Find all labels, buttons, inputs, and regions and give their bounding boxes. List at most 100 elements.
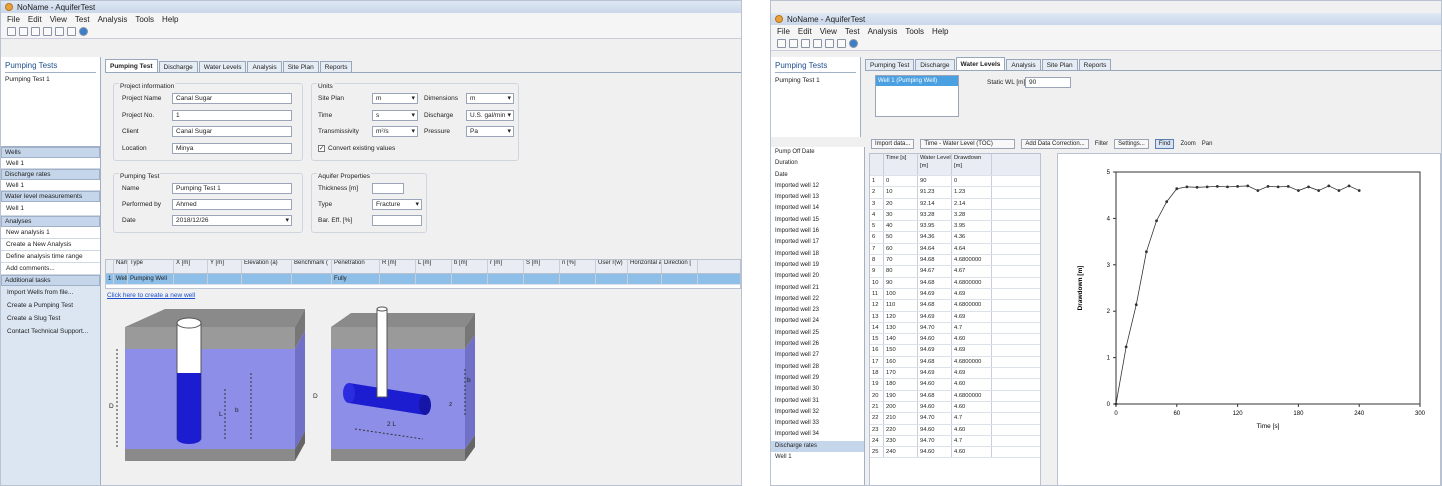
table-cell[interactable]: 4.7 bbox=[952, 413, 992, 424]
table-row[interactable]: 4 30 93.28 3.28 bbox=[870, 209, 1040, 222]
table-cell[interactable]: 4.67 bbox=[952, 266, 992, 277]
discharge-well-item[interactable]: Well 1 bbox=[771, 452, 864, 463]
table-row[interactable]: 23 220 94.60 4.60 bbox=[870, 424, 1040, 436]
table-cell[interactable]: 94.68 bbox=[918, 255, 952, 266]
new-icon[interactable] bbox=[7, 27, 16, 36]
grid-header-cell[interactable] bbox=[106, 260, 114, 273]
grid-header-cell[interactable]: Y [m] bbox=[208, 260, 242, 273]
menu-test-right[interactable]: Test bbox=[845, 27, 860, 36]
table-cell[interactable]: 4.69 bbox=[952, 311, 992, 322]
list-item[interactable]: Imported well 14 bbox=[771, 203, 864, 214]
grid-header-cell[interactable]: User r(w) bbox=[596, 260, 628, 273]
grid-header-cell[interactable]: Horizontal a bbox=[628, 260, 662, 273]
list-item[interactable]: Imported well 24 bbox=[771, 316, 864, 327]
list-item[interactable]: Imported well 29 bbox=[771, 373, 864, 384]
list-item[interactable]: Imported well 30 bbox=[771, 384, 864, 395]
table-cell[interactable]: 90 bbox=[918, 176, 952, 187]
table-cell[interactable]: 4.60 bbox=[952, 447, 992, 458]
menu-help[interactable]: Help bbox=[162, 15, 178, 24]
list-item[interactable]: Imported well 23 bbox=[771, 305, 864, 316]
table-cell[interactable]: 16 bbox=[870, 345, 884, 356]
grid-cell[interactable] bbox=[662, 274, 698, 284]
table-cell[interactable]: 20 bbox=[870, 390, 884, 401]
list-item[interactable]: Imported well 19 bbox=[771, 260, 864, 271]
menu-analysis-right[interactable]: Analysis bbox=[868, 27, 898, 36]
table-cell[interactable]: 210 bbox=[884, 413, 918, 424]
table-cell[interactable]: 15 bbox=[870, 334, 884, 345]
table-cell[interactable]: 17 bbox=[870, 356, 884, 368]
table-row[interactable]: 15 140 94.60 4.60 bbox=[870, 334, 1040, 346]
table-row[interactable]: 14 130 94.70 4.7 bbox=[870, 322, 1040, 335]
tab-discharge[interactable]: Discharge bbox=[158, 61, 198, 72]
globe-icon[interactable] bbox=[79, 27, 88, 36]
table-row[interactable]: 9 80 94.67 4.67 bbox=[870, 266, 1040, 278]
table-cell[interactable]: 4.36 bbox=[952, 232, 992, 243]
filter-button[interactable]: Filter bbox=[1095, 141, 1108, 147]
list-item[interactable]: Imported well 15 bbox=[771, 215, 864, 226]
table-cell[interactable]: 4.69 bbox=[952, 345, 992, 356]
table-cell[interactable]: 11 bbox=[870, 288, 884, 300]
table-header-cell[interactable] bbox=[870, 154, 884, 175]
table-cell[interactable]: 14 bbox=[870, 322, 884, 334]
table-row[interactable]: 3 20 92.14 2.14 bbox=[870, 198, 1040, 210]
table-cell[interactable]: 150 bbox=[884, 345, 918, 356]
table-cell[interactable]: 93.95 bbox=[918, 221, 952, 232]
menu-file-right[interactable]: File bbox=[777, 27, 790, 36]
table-cell[interactable]: 4.6800000 bbox=[952, 300, 992, 311]
grid-cell[interactable] bbox=[174, 274, 208, 284]
tab-water-levels[interactable]: Water Levels bbox=[955, 57, 1006, 70]
grid-cell[interactable] bbox=[416, 274, 452, 284]
table-header-cell[interactable]: Drawdown [m] bbox=[952, 154, 992, 175]
print-icon[interactable] bbox=[43, 27, 52, 36]
tab-analysis[interactable]: Analysis bbox=[1006, 59, 1041, 70]
table-cell[interactable]: 0 bbox=[884, 176, 918, 187]
table-cell[interactable]: 120 bbox=[884, 311, 918, 322]
grid-cell[interactable] bbox=[242, 274, 292, 284]
grid-header-cell[interactable]: Direction [ bbox=[662, 260, 698, 273]
table-cell[interactable]: 50 bbox=[884, 232, 918, 243]
zoom-button[interactable]: Zoom bbox=[1180, 141, 1195, 147]
table-cell[interactable]: 5 bbox=[870, 221, 884, 232]
table-cell[interactable]: 94.68 bbox=[918, 390, 952, 401]
table-cell[interactable]: 3.95 bbox=[952, 221, 992, 232]
table-cell[interactable]: 22 bbox=[870, 413, 884, 424]
grid-header-cell[interactable]: Type bbox=[128, 260, 174, 273]
discharge-item[interactable]: Well 1 bbox=[1, 180, 100, 191]
analysis-item[interactable]: New analysis 1 bbox=[1, 227, 100, 239]
table-row[interactable]: 17 160 94.68 4.6800000 bbox=[870, 356, 1040, 369]
list-item[interactable]: Imported well 18 bbox=[771, 249, 864, 260]
table-cell[interactable]: 4.6800000 bbox=[952, 390, 992, 401]
table-cell[interactable]: 30 bbox=[884, 209, 918, 221]
list-item[interactable]: Imported well 25 bbox=[771, 328, 864, 339]
table-cell[interactable]: 10 bbox=[884, 187, 918, 198]
table-cell[interactable]: 4 bbox=[870, 209, 884, 221]
menu-tools-right[interactable]: Tools bbox=[905, 27, 924, 36]
table-cell[interactable]: 4.60 bbox=[952, 424, 992, 435]
table-cell[interactable]: 9 bbox=[870, 266, 884, 277]
table-cell[interactable]: 170 bbox=[884, 368, 918, 379]
table-cell[interactable]: 40 bbox=[884, 221, 918, 232]
menu-view[interactable]: View bbox=[50, 15, 67, 24]
table-cell[interactable]: 24 bbox=[870, 435, 884, 447]
paste-icon[interactable] bbox=[67, 27, 76, 36]
table-cell[interactable]: 13 bbox=[870, 311, 884, 322]
table-cell[interactable]: 94.68 bbox=[918, 356, 952, 368]
grid-cell[interactable] bbox=[452, 274, 488, 284]
list-item[interactable]: Imported well 16 bbox=[771, 226, 864, 237]
list-item[interactable]: Imported well 31 bbox=[771, 396, 864, 407]
table-cell[interactable]: 20 bbox=[884, 198, 918, 209]
table-cell[interactable]: 2.14 bbox=[952, 198, 992, 209]
table-cell[interactable]: 94.69 bbox=[918, 288, 952, 300]
grid-header-cell[interactable]: Benchmark ( bbox=[292, 260, 332, 273]
table-cell[interactable]: 94.68 bbox=[918, 300, 952, 311]
list-item[interactable]: Imported well 12 bbox=[771, 181, 864, 192]
create-slug-test-link[interactable]: Create a Slug Test bbox=[1, 312, 100, 325]
list-item[interactable]: Imported well 20 bbox=[771, 271, 864, 282]
tab-site-plan[interactable]: Site Plan bbox=[1041, 59, 1078, 70]
table-cell[interactable]: 94.69 bbox=[918, 368, 952, 379]
paste-icon[interactable] bbox=[837, 39, 846, 48]
pumping-test-item-right[interactable]: Pumping Test 1 bbox=[771, 77, 860, 84]
well-listbox[interactable]: Well 1 (Pumping Well) bbox=[875, 75, 959, 117]
table-row[interactable]: 16 150 94.69 4.69 bbox=[870, 345, 1040, 357]
client-field[interactable]: Canal Sugar bbox=[172, 126, 292, 137]
